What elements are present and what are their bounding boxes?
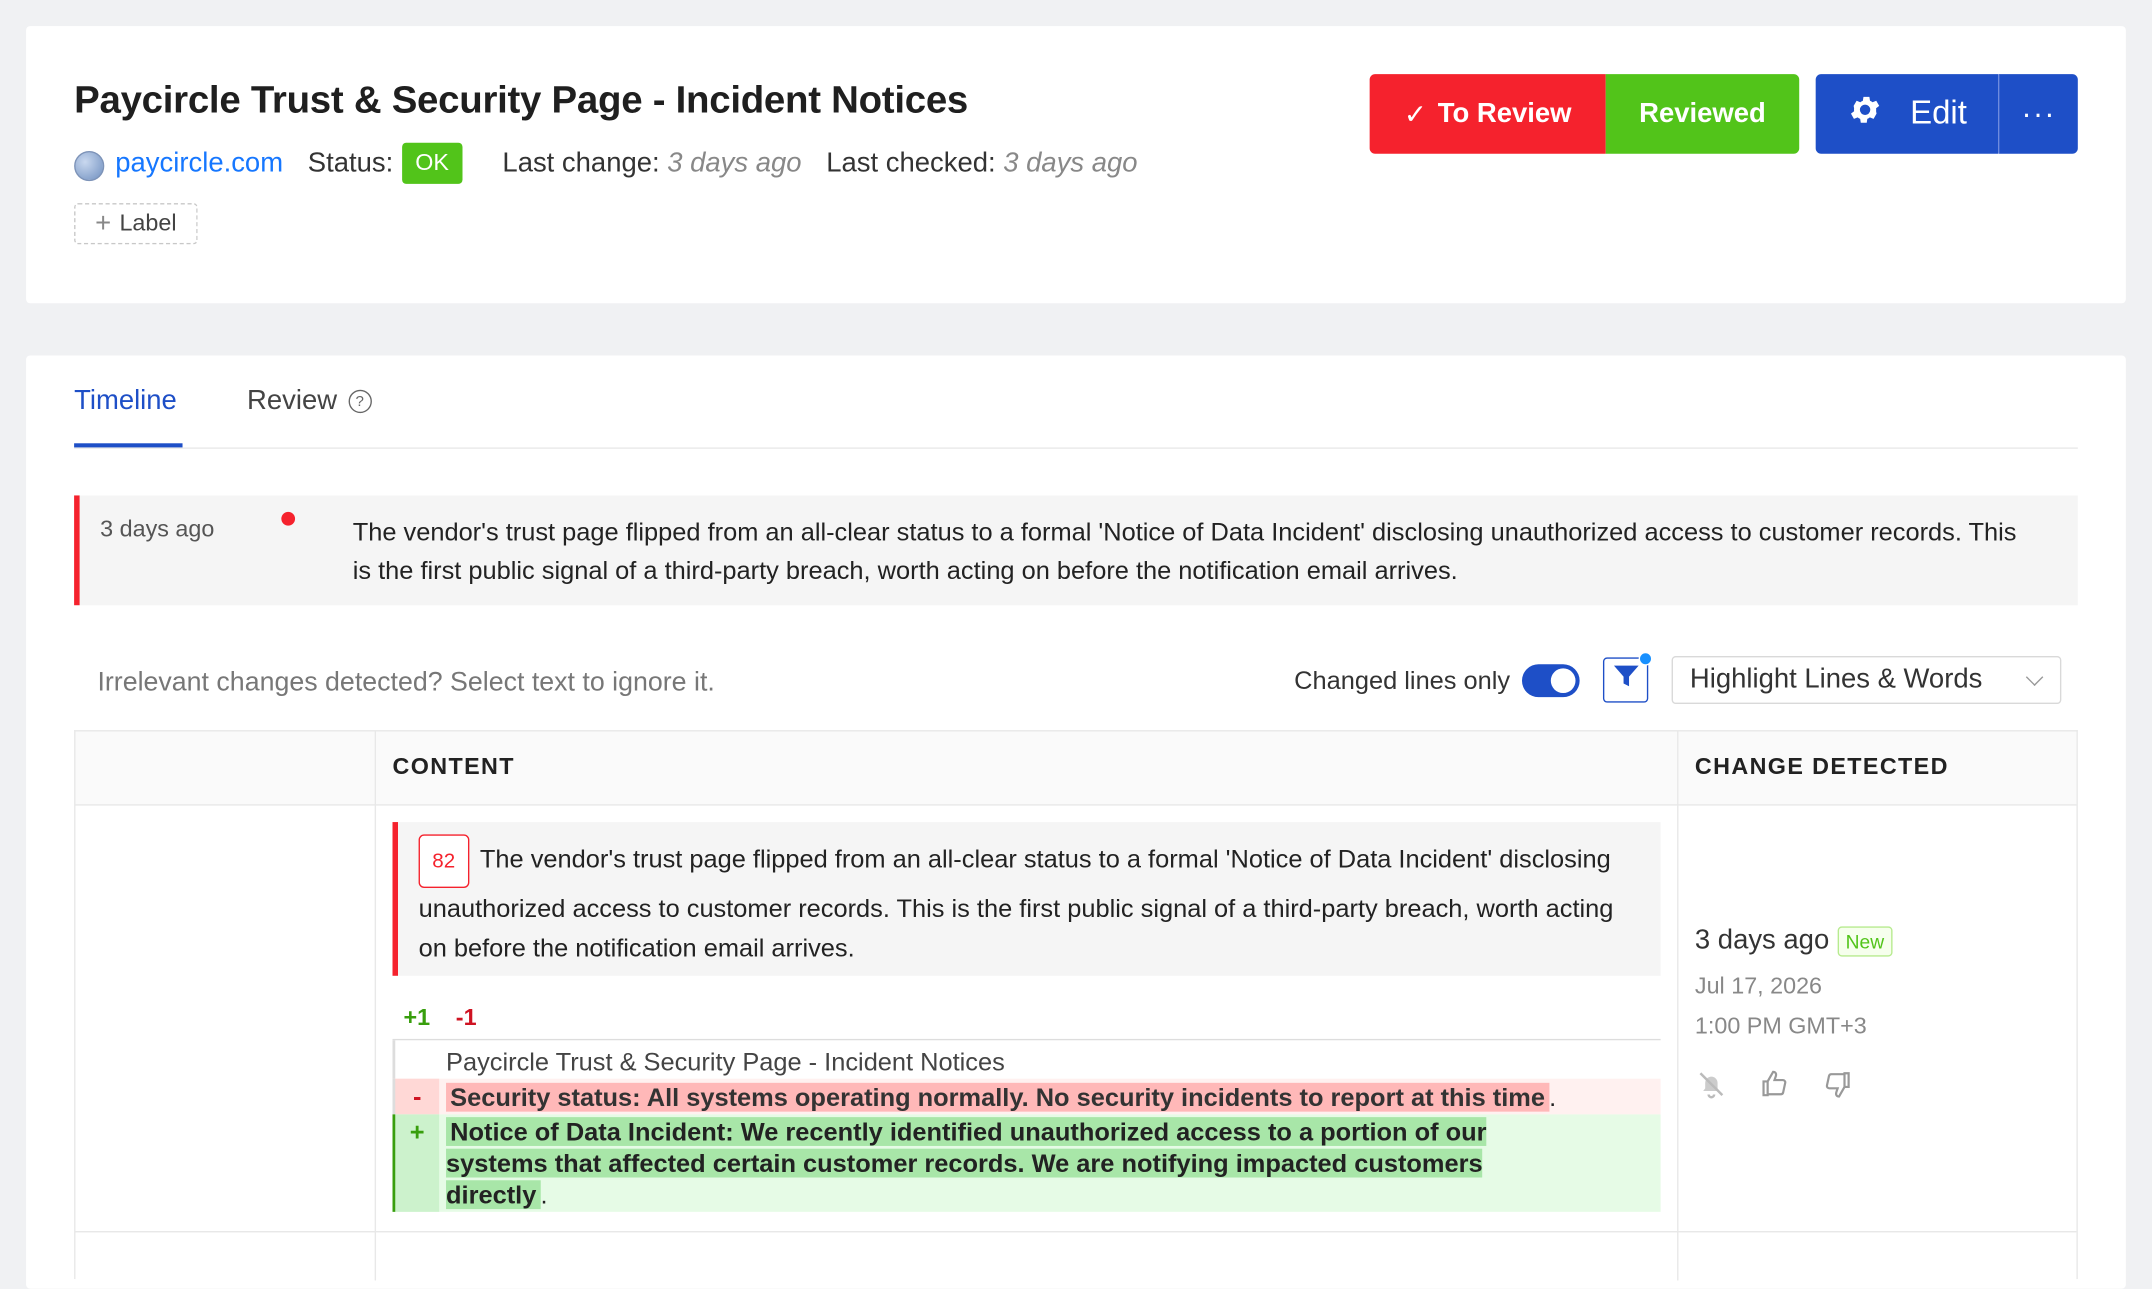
removed-count: -1 xyxy=(455,1004,477,1031)
row-summary: 82 The vendor's trust page flipped from a… xyxy=(392,822,1661,976)
status-badge: OK xyxy=(401,142,463,184)
highlight-mode-value: Highlight Lines & Words xyxy=(1689,664,1983,695)
help-icon[interactable]: ? xyxy=(348,389,372,414)
edit-button-group: Edit ··· xyxy=(1815,74,2078,154)
diff-gutter xyxy=(392,1040,442,1079)
diff-context-line: Paycircle Trust & Security Page - Incide… xyxy=(392,1040,1661,1079)
row-summary-text: 82 The vendor's trust page flipped from a… xyxy=(418,834,1627,967)
globe-icon xyxy=(74,150,105,182)
add-label-text: Label xyxy=(119,209,177,237)
deleted-marker: - xyxy=(392,1078,440,1115)
added-count: +1 xyxy=(403,1004,431,1031)
thumbs-up-icon[interactable] xyxy=(1758,1068,1791,1101)
detected-clock: 1:00 PM GMT+3 xyxy=(1694,1012,1867,1039)
monitor-header-card: Paycircle Trust & Security Page - Incide… xyxy=(26,26,2126,304)
diff-counts: +1 -1 xyxy=(403,1005,476,1032)
tab-timeline-label: Timeline xyxy=(74,385,177,416)
importance-score-badge: 82 xyxy=(418,834,469,888)
thumbs-down-icon[interactable] xyxy=(1821,1068,1854,1101)
edit-label: Edit xyxy=(1910,94,1967,132)
highlight-mode-select[interactable]: Highlight Lines & Words xyxy=(1672,656,2062,705)
content-column-header: CONTENT xyxy=(392,753,515,780)
ignore-hint: Irrelevant changes detected? Select text… xyxy=(97,666,715,698)
gear-icon xyxy=(1847,91,1883,136)
to-review-label: To Review xyxy=(1437,98,1572,129)
plus-icon: + xyxy=(95,208,112,239)
context-text: Paycircle Trust & Security Page - Incide… xyxy=(446,1047,1005,1076)
monitor-meta: paycircle.com Status: OK Last change: 3 … xyxy=(74,142,1138,184)
changed-lines-label: Changed lines only xyxy=(1294,664,1511,694)
filter-button[interactable] xyxy=(1603,651,1653,703)
column-divider xyxy=(374,731,377,1281)
summary-text: The vendor's trust page flipped from an … xyxy=(352,517,2017,585)
diff-toolbar: Changed lines only Highlight Lines & Wor… xyxy=(1294,651,2062,705)
deleted-text: Security status: All systems operating n… xyxy=(446,1082,1550,1112)
detected-time: 3 days ago xyxy=(1694,924,1830,956)
diff-deleted-line: - Security status: All systems operating… xyxy=(392,1078,1661,1115)
review-button-group: ✓ To Review Reviewed xyxy=(1369,74,1800,154)
change-detected-cell: 3 days ago New Jul 17, 2026 1:00 PM GMT+… xyxy=(1694,924,1893,1101)
checkmark-icon: ✓ xyxy=(1403,99,1427,130)
filter-active-dot xyxy=(1639,651,1653,666)
row-summary-body: The vendor's trust page flipped from an … xyxy=(418,844,1614,963)
column-divider xyxy=(1677,731,1679,1281)
site-link[interactable]: paycircle.com xyxy=(115,148,283,180)
deleted-trail: . xyxy=(1549,1082,1557,1112)
tab-review[interactable]: Review ? xyxy=(247,385,372,418)
edit-button[interactable]: Edit xyxy=(1815,74,1999,154)
last-checked-label: Last checked: xyxy=(826,147,996,178)
feedback-actions xyxy=(1695,1068,1892,1101)
reviewed-button[interactable]: Reviewed xyxy=(1605,74,1800,154)
add-label-button[interactable]: + Label xyxy=(74,203,198,245)
new-badge: New xyxy=(1837,925,1893,956)
last-change-value: 3 days ago xyxy=(667,147,802,178)
unread-dot xyxy=(281,511,296,526)
last-checked-value: 3 days ago xyxy=(1003,147,1138,178)
more-options-button[interactable]: ··· xyxy=(1998,74,2078,154)
change-detected-column-header: CHANGE DETECTED xyxy=(1694,753,1949,780)
active-tab-indicator xyxy=(74,443,183,448)
status-label: Status: xyxy=(307,147,394,178)
mute-bell-icon[interactable] xyxy=(1695,1068,1728,1101)
added-text: Notice of Data Incident: We recently ide… xyxy=(446,1117,1487,1210)
added-line-content: Notice of Data Incident: We recently ide… xyxy=(446,1114,1585,1210)
changed-lines-toggle[interactable] xyxy=(1522,663,1581,697)
changes-table: CONTENT CHANGE DETECTED 82 The vendor's t… xyxy=(74,730,2078,1281)
added-marker: + xyxy=(392,1114,440,1212)
chevron-down-icon xyxy=(2026,667,2044,686)
deleted-line-content: Security status: All systems operating n… xyxy=(446,1079,1661,1113)
tab-bar: Timeline Review ? xyxy=(74,355,2078,449)
tab-review-label: Review xyxy=(247,385,338,416)
diff-added-line: + Notice of Data Incident: We recently i… xyxy=(392,1114,1661,1212)
added-trail: . xyxy=(540,1180,548,1210)
diff-view: Paycircle Trust & Security Page - Incide… xyxy=(392,1040,1661,1212)
toggle-knob xyxy=(1551,667,1577,693)
filter-icon xyxy=(1612,664,1639,696)
detected-date: Jul 17, 2026 xyxy=(1694,973,1823,1000)
detected-time-row: 3 days ago New xyxy=(1694,924,1893,957)
row-divider xyxy=(75,1231,2077,1233)
timeline-card: Timeline Review ? 3 days ago The vendor'… xyxy=(26,355,2126,1289)
last-change-label: Last change: xyxy=(502,147,660,178)
summary-time: 3 days ago xyxy=(100,516,215,543)
tab-timeline[interactable]: Timeline xyxy=(74,386,177,418)
page-title: Paycircle Trust & Security Page - Incide… xyxy=(74,78,969,121)
change-summary: 3 days ago The vendor's trust page flipp… xyxy=(74,495,2078,606)
to-review-button[interactable]: ✓ To Review xyxy=(1369,74,1606,154)
